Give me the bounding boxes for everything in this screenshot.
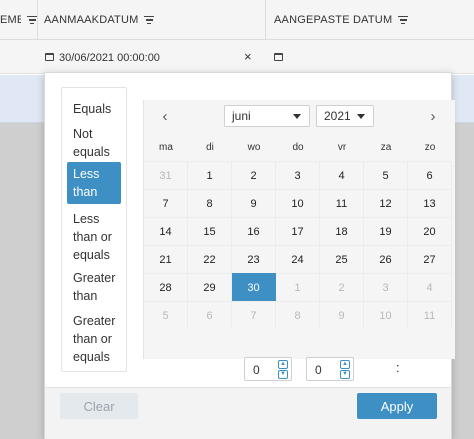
calendar-day[interactable]: 8	[188, 189, 232, 217]
calendar-day[interactable]: 3	[276, 161, 320, 189]
calendar-day[interactable]: 8	[276, 301, 320, 329]
column-header-aanmaakdatum[interactable]: AANMAAKDATUM	[44, 0, 266, 40]
calendar-day[interactable]: 23	[232, 245, 276, 273]
weekday-header: za	[380, 141, 392, 153]
column-header-aangepaste-datum[interactable]: AANGEPASTE DATUM	[274, 0, 474, 40]
calendar-day[interactable]: 4	[320, 161, 364, 189]
filter-icon[interactable]	[27, 15, 37, 25]
calendar-day[interactable]: 10	[364, 301, 408, 329]
calendar-day[interactable]: 2	[320, 273, 364, 301]
chevron-down-icon	[357, 114, 365, 119]
calendar-day[interactable]: 21	[144, 245, 188, 273]
clear-button[interactable]: Clear	[60, 393, 138, 419]
calendar-day[interactable]: 7	[144, 189, 188, 217]
prev-month-icon[interactable]: ‹	[156, 108, 174, 126]
calendar-day[interactable]: 31	[144, 161, 188, 189]
calendar-day[interactable]: 14	[144, 217, 188, 245]
calendar-day[interactable]: 12	[364, 189, 408, 217]
calendar-day[interactable]: 27	[408, 245, 452, 273]
year-select-value: 2021	[324, 109, 351, 123]
calendar-day[interactable]: 5	[364, 161, 408, 189]
calendar-day[interactable]: 2	[232, 161, 276, 189]
calendar-day[interactable]: 5	[144, 301, 188, 329]
month-select[interactable]: juni	[224, 105, 310, 127]
minutes-input[interactable]: 0 ▲ ▼	[306, 357, 354, 381]
calendar-day[interactable]: 3	[364, 273, 408, 301]
date-filter-input[interactable]: 30/06/2021 00:00:00	[59, 52, 160, 64]
minutes-value: 0	[315, 363, 322, 377]
calendar-day[interactable]: 26	[364, 245, 408, 273]
operator-not-equals[interactable]: Not equals	[67, 123, 121, 163]
apply-button[interactable]: Apply	[357, 393, 437, 419]
calendar-day[interactable]: 1	[188, 161, 232, 189]
calendar-day[interactable]: 13	[408, 189, 452, 217]
calendar-day[interactable]: 7	[232, 301, 276, 329]
calendar-day-grid: ma di wo do vr za zo 31 1 2 3 4 5 6 7 8 9 10 11 12 13 14 15 16 1…	[144, 133, 452, 329]
time-separator: :	[396, 360, 400, 375]
calendar-icon[interactable]	[274, 53, 283, 61]
calendar-icon[interactable]	[45, 53, 54, 61]
calendar: ‹ juni 2021 › ma di wo do vr za zo 31 1 2 3 4 5 6 7 8 9 1…	[143, 100, 455, 381]
chevron-down-icon	[293, 114, 301, 119]
weekday-header: ma	[159, 141, 173, 153]
minutes-decrement-icon[interactable]: ▼	[340, 370, 350, 379]
date-filter-popup: Equals Not equals Less than Less than or…	[44, 72, 455, 439]
calendar-day[interactable]: 22	[188, 245, 232, 273]
calendar-day[interactable]: 28	[144, 273, 188, 301]
column-header-label: EMEN	[0, 14, 21, 26]
hours-decrement-icon[interactable]: ▼	[278, 370, 288, 379]
next-month-icon[interactable]: ›	[424, 108, 442, 126]
clear-filter-icon[interactable]: ×	[244, 49, 252, 64]
year-select[interactable]: 2021	[316, 105, 374, 127]
calendar-day[interactable]: 25	[320, 245, 364, 273]
weekday-header: do	[292, 141, 304, 153]
month-select-value: juni	[232, 109, 251, 123]
calendar-day[interactable]: 6	[188, 301, 232, 329]
calendar-day-selected[interactable]: 30	[232, 273, 276, 301]
weekday-header: vr	[337, 141, 347, 153]
hours-input[interactable]: 0 ▲ ▼	[244, 357, 292, 381]
column-header-label: AANGEPASTE DATUM	[274, 14, 393, 26]
calendar-day[interactable]: 11	[408, 301, 452, 329]
column-header-label: AANMAAKDATUM	[44, 14, 139, 26]
calendar-day[interactable]: 9	[232, 189, 276, 217]
operator-greater-than-or-equals[interactable]: Greater than or equals	[67, 310, 121, 368]
operator-greater-than[interactable]: Greater than	[67, 267, 121, 307]
filter-icon[interactable]	[144, 15, 155, 25]
operator-less-than-or-equals[interactable]: Less than or equals	[67, 208, 121, 266]
calendar-day[interactable]: 29	[188, 273, 232, 301]
operator-equals[interactable]: Equals	[67, 98, 121, 120]
minutes-increment-icon[interactable]: ▲	[340, 360, 350, 369]
filter-icon[interactable]	[398, 15, 409, 25]
calendar-day[interactable]: 15	[188, 217, 232, 245]
calendar-day[interactable]: 20	[408, 217, 452, 245]
calendar-day[interactable]: 17	[276, 217, 320, 245]
weekday-header: zo	[424, 141, 436, 153]
calendar-day[interactable]: 6	[408, 161, 452, 189]
weekday-header: wo	[247, 141, 261, 153]
operator-less-than[interactable]: Less than	[67, 162, 121, 204]
calendar-day[interactable]: 24	[276, 245, 320, 273]
column-header-emen[interactable]: EMEN	[0, 0, 38, 40]
calendar-day[interactable]: 1	[276, 273, 320, 301]
calendar-day[interactable]: 9	[320, 301, 364, 329]
calendar-day[interactable]: 19	[364, 217, 408, 245]
hours-increment-icon[interactable]: ▲	[278, 360, 288, 369]
calendar-day[interactable]: 10	[276, 189, 320, 217]
calendar-day[interactable]: 18	[320, 217, 364, 245]
operator-list: Equals Not equals Less than Less than or…	[61, 87, 127, 372]
calendar-day[interactable]: 16	[232, 217, 276, 245]
popup-footer: Clear Apply	[45, 387, 451, 439]
calendar-day[interactable]: 4	[408, 273, 452, 301]
hours-value: 0	[253, 363, 260, 377]
calendar-day[interactable]: 11	[320, 189, 364, 217]
weekday-header: di	[206, 141, 214, 153]
